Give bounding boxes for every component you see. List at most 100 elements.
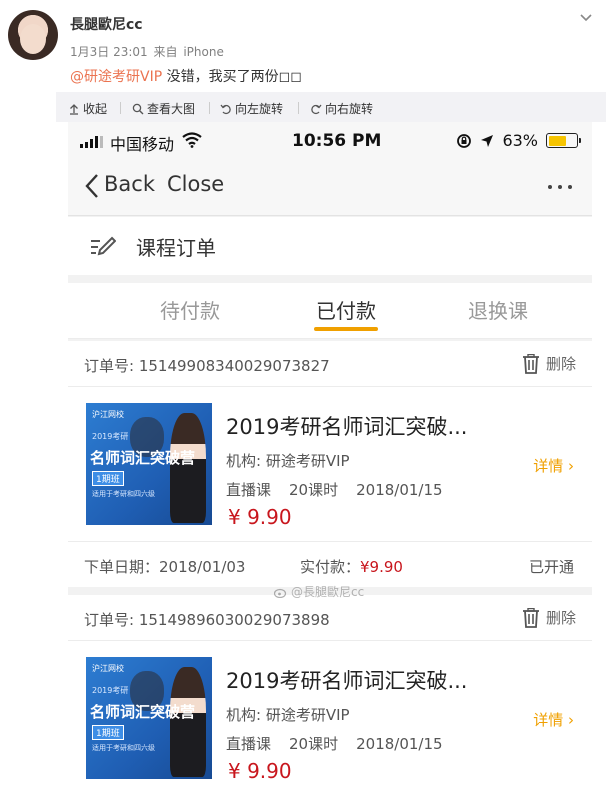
trash-icon bbox=[522, 353, 539, 374]
divider bbox=[120, 102, 121, 114]
rotate-right-button[interactable]: 向右旋转 bbox=[310, 100, 373, 117]
edit-icon bbox=[91, 236, 116, 256]
magnifier-icon bbox=[132, 103, 144, 114]
thumbnail-title: 名师词汇突破营 bbox=[90, 703, 196, 721]
rotate-left-icon bbox=[220, 104, 231, 114]
battery-level bbox=[548, 135, 566, 146]
thumbnail-subtitle: 适用于考研和四六级 bbox=[92, 744, 155, 752]
course-meta: 直播课 20课时 2018/01/15 bbox=[226, 479, 461, 500]
paid-amount: 实付款：¥9.90 bbox=[300, 556, 403, 577]
trash-icon bbox=[522, 607, 539, 628]
rotate-left-button[interactable]: 向左旋转 bbox=[220, 100, 283, 117]
source-prefix: 来自 bbox=[153, 45, 178, 59]
watermark-text: @長腿歐尼cc bbox=[291, 585, 365, 599]
collapse-button[interactable]: 收起 bbox=[68, 100, 107, 117]
course-price: ¥ 9.90 bbox=[228, 759, 292, 783]
delete-button[interactable]: 删除 bbox=[522, 353, 576, 374]
course-price: ¥ 9.90 bbox=[228, 505, 292, 529]
order-card: 订单号: 15149908340029073827 删除 沪江网校 2019考研… bbox=[68, 341, 592, 587]
course-title[interactable]: 2019考研名师词汇突破... bbox=[226, 411, 467, 441]
collapse-label: 收起 bbox=[83, 102, 108, 116]
divider bbox=[298, 102, 299, 114]
phone-screenshot: 中国移动 10:56 PM 63% Back Close 课程订单 待付款 已付… bbox=[68, 122, 592, 788]
post-date[interactable]: 1月3日 23:01 bbox=[70, 45, 148, 59]
image-action-bar: 收起 查看大图 向左旋转 向右旋转 bbox=[56, 92, 606, 122]
post-meta: 1月3日 23:01 来自 iPhone bbox=[70, 43, 224, 60]
thumbnail-badge: 1期班 bbox=[92, 471, 124, 486]
order-number: 订单号: 15149896030029073898 bbox=[84, 611, 330, 629]
battery-percent: 63% bbox=[502, 131, 538, 150]
rotate-left-label: 向左旋转 bbox=[235, 102, 284, 116]
course-type: 直播课 bbox=[226, 735, 272, 753]
signal-icon bbox=[80, 136, 103, 148]
thumbnail-badge: 1期班 bbox=[92, 725, 124, 740]
course-org: 机构: 研途考研VIP bbox=[226, 452, 350, 470]
post-body: 没错，我买了两份◻◻ bbox=[162, 69, 302, 85]
clock: 10:56 PM bbox=[292, 131, 382, 151]
divider bbox=[209, 102, 210, 114]
chevron-down-icon[interactable] bbox=[578, 10, 594, 26]
course-org: 机构: 研途考研VIP bbox=[226, 706, 350, 724]
order-card: 订单号: 15149896030029073898 删除 沪江网校 2019考研… bbox=[68, 595, 592, 788]
detail-link[interactable]: 详情 › bbox=[533, 455, 574, 476]
post-text: @研途考研VIP 没错，我买了两份◻◻ bbox=[70, 66, 302, 86]
order-tabs: 待付款 已付款 退换课 bbox=[68, 283, 592, 339]
page-title-bar: 课程订单 bbox=[68, 217, 592, 275]
course-title[interactable]: 2019考研名师词汇突破... bbox=[226, 665, 467, 695]
order-header: 订单号: 15149896030029073898 删除 bbox=[68, 595, 592, 641]
active-tab-indicator bbox=[314, 327, 378, 331]
username[interactable]: 長腿歐尼cc bbox=[70, 14, 143, 34]
thumbnail-logo: 沪江网校 bbox=[92, 410, 124, 419]
paid-value: ¥9.90 bbox=[360, 558, 403, 576]
detail-link[interactable]: 详情 › bbox=[533, 709, 574, 730]
course-date: 2018/01/15 bbox=[356, 735, 443, 753]
wifi-icon bbox=[182, 132, 202, 148]
back-chevron-icon[interactable] bbox=[84, 172, 100, 200]
delete-label: 删除 bbox=[545, 609, 576, 627]
status-right: 63% bbox=[456, 131, 581, 150]
nav-bar: Back Close bbox=[68, 160, 592, 216]
course-lessons: 20课时 bbox=[289, 735, 339, 753]
more-icon[interactable] bbox=[548, 185, 572, 189]
order-number: 订单号: 15149908340029073827 bbox=[84, 357, 330, 375]
tab-exchange[interactable]: 退换课 bbox=[438, 295, 558, 324]
course-meta: 直播课 20课时 2018/01/15 bbox=[226, 733, 461, 754]
post-source[interactable]: iPhone bbox=[183, 45, 224, 59]
thumbnail-person bbox=[170, 667, 206, 777]
watermark: @長腿歐尼cc bbox=[274, 583, 364, 600]
thumbnail-title: 名师词汇突破营 bbox=[90, 449, 196, 467]
location-icon bbox=[481, 134, 494, 147]
delete-button[interactable]: 删除 bbox=[522, 607, 576, 628]
thumbnail-logo: 沪江网校 bbox=[92, 664, 124, 673]
post-header: 長腿歐尼cc 1月3日 23:01 来自 iPhone @研途考研VIP 没错，… bbox=[0, 0, 606, 92]
order-status: 已开通 bbox=[528, 558, 574, 576]
mention-link[interactable]: @研途考研VIP bbox=[70, 69, 162, 85]
page-title: 课程订单 bbox=[136, 236, 216, 260]
view-large-label: 查看大图 bbox=[147, 102, 196, 116]
back-button[interactable]: Back bbox=[104, 172, 155, 196]
tab-unpaid[interactable]: 待付款 bbox=[130, 295, 250, 324]
rotation-lock-icon bbox=[457, 133, 472, 148]
tab-paid[interactable]: 已付款 bbox=[286, 295, 406, 324]
rotate-right-icon bbox=[311, 104, 322, 114]
weibo-logo-icon bbox=[274, 588, 287, 598]
thumbnail-subtitle: 适用于考研和四六级 bbox=[92, 490, 155, 498]
avatar[interactable] bbox=[8, 10, 58, 60]
order-footer: 下单日期：2018/01/03 实付款：¥9.90 已开通 bbox=[68, 541, 592, 587]
order-date: 下单日期：2018/01/03 bbox=[84, 558, 246, 576]
course-lessons: 20课时 bbox=[289, 481, 339, 499]
paid-label: 实付款： bbox=[300, 558, 361, 576]
collapse-icon bbox=[70, 103, 78, 115]
thumbnail-year: 2019考研 bbox=[92, 432, 129, 441]
course-type: 直播课 bbox=[226, 481, 272, 499]
course-thumbnail[interactable]: 沪江网校 2019考研 名师词汇突破营 1期班 适用于考研和四六级 bbox=[86, 657, 212, 779]
delete-label: 删除 bbox=[545, 355, 576, 373]
view-large-button[interactable]: 查看大图 bbox=[132, 100, 195, 117]
battery-icon bbox=[546, 133, 581, 148]
thumbnail-year: 2019考研 bbox=[92, 686, 129, 695]
rotate-right-label: 向右旋转 bbox=[325, 102, 374, 116]
order-header: 订单号: 15149908340029073827 删除 bbox=[68, 341, 592, 387]
thumbnail-person bbox=[170, 413, 206, 523]
close-button[interactable]: Close bbox=[167, 172, 224, 196]
course-thumbnail[interactable]: 沪江网校 2019考研 名师词汇突破营 1期班 适用于考研和四六级 bbox=[86, 403, 212, 525]
